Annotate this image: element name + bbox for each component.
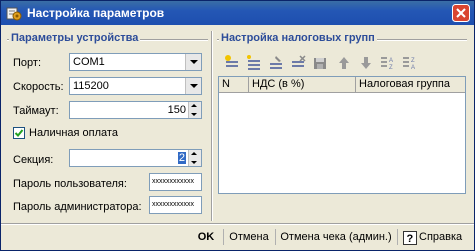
port-dropdown-icon[interactable]	[185, 54, 201, 70]
cancel-receipt-button[interactable]: Отмена чека (админ.)	[277, 227, 395, 247]
title-bar[interactable]: Настройка параметров	[1, 1, 474, 25]
speed-dropdown-icon[interactable]	[185, 78, 201, 94]
column-header-tax-group[interactable]: Налоговая группа	[356, 77, 465, 92]
button-separator	[223, 229, 224, 245]
section-stepper[interactable]: 2	[69, 149, 202, 167]
sort-asc-icon[interactable]: A Z	[379, 54, 397, 72]
port-label: Порт:	[13, 57, 41, 69]
cancel-button[interactable]: Отмена	[225, 227, 273, 247]
tax-toolbar: A Z Z A	[223, 54, 463, 74]
move-down-icon[interactable]	[357, 54, 375, 72]
window-title: Настройка параметров	[27, 6, 165, 20]
admin-password-value: xxxxxxxxxxxx	[152, 201, 194, 208]
svg-text:A: A	[411, 65, 415, 71]
table-header: N НДС (в %) Налоговая группа	[219, 77, 465, 93]
edit-row-icon[interactable]	[267, 54, 285, 72]
svg-text:Z: Z	[411, 58, 415, 64]
section-value: 2	[177, 152, 186, 164]
port-combo[interactable]: COM1	[69, 53, 202, 71]
cash-payment-label[interactable]: Наличная оплата	[29, 127, 118, 139]
button-separator	[397, 229, 398, 245]
svg-text:A: A	[389, 58, 393, 64]
sort-desc-icon[interactable]: Z A	[401, 54, 419, 72]
settings-app-icon	[6, 7, 22, 21]
settings-window: Настройка параметров Параметры устройств…	[0, 0, 475, 251]
speed-label: Скорость:	[13, 81, 64, 93]
speed-combo[interactable]: 115200	[69, 77, 202, 95]
section-label: Секция:	[13, 154, 54, 166]
button-bar: OK Отмена Отмена чека (админ.) ? Справка	[1, 224, 474, 250]
ok-button[interactable]: OK	[191, 227, 221, 247]
admin-password-field[interactable]: xxxxxxxxxxxx	[149, 196, 202, 214]
tax-group-title: Настройка налоговых групп	[219, 32, 377, 44]
column-header-n[interactable]: N	[219, 77, 249, 92]
button-separator	[275, 229, 276, 245]
checkmark-icon	[14, 129, 24, 137]
user-password-value: xxxxxxxxxxxx	[152, 178, 194, 185]
copy-row-icon[interactable]	[245, 54, 263, 72]
user-password-field[interactable]: xxxxxxxxxxxx	[149, 173, 202, 191]
speed-value: 115200	[73, 80, 109, 92]
panel-separator	[211, 31, 213, 221]
user-password-label: Пароль пользователя:	[13, 178, 127, 190]
cash-payment-checkbox[interactable]	[13, 127, 25, 139]
timeout-spin-icon[interactable]	[188, 102, 201, 118]
save-icon[interactable]	[311, 54, 329, 72]
delete-row-icon[interactable]	[289, 54, 307, 72]
move-up-icon[interactable]	[335, 54, 353, 72]
timeout-value: 150	[167, 104, 186, 116]
admin-password-label: Пароль администратора:	[13, 201, 142, 213]
column-header-vat[interactable]: НДС (в %)	[249, 77, 356, 92]
timeout-label: Таймаут:	[13, 105, 59, 117]
port-value: COM1	[73, 56, 105, 68]
svg-text:Z: Z	[389, 65, 393, 71]
help-button[interactable]: Справка	[419, 227, 469, 247]
section-spin-icon[interactable]	[188, 150, 201, 166]
tax-groups-table[interactable]: N НДС (в %) Налоговая группа	[218, 76, 466, 194]
timeout-stepper[interactable]: 150	[69, 101, 202, 119]
device-group-title: Параметры устройства	[9, 32, 141, 44]
add-row-icon[interactable]	[223, 54, 241, 72]
help-icon[interactable]: ?	[403, 231, 417, 245]
svg-text:?: ?	[407, 233, 414, 245]
close-icon[interactable]	[452, 4, 470, 22]
